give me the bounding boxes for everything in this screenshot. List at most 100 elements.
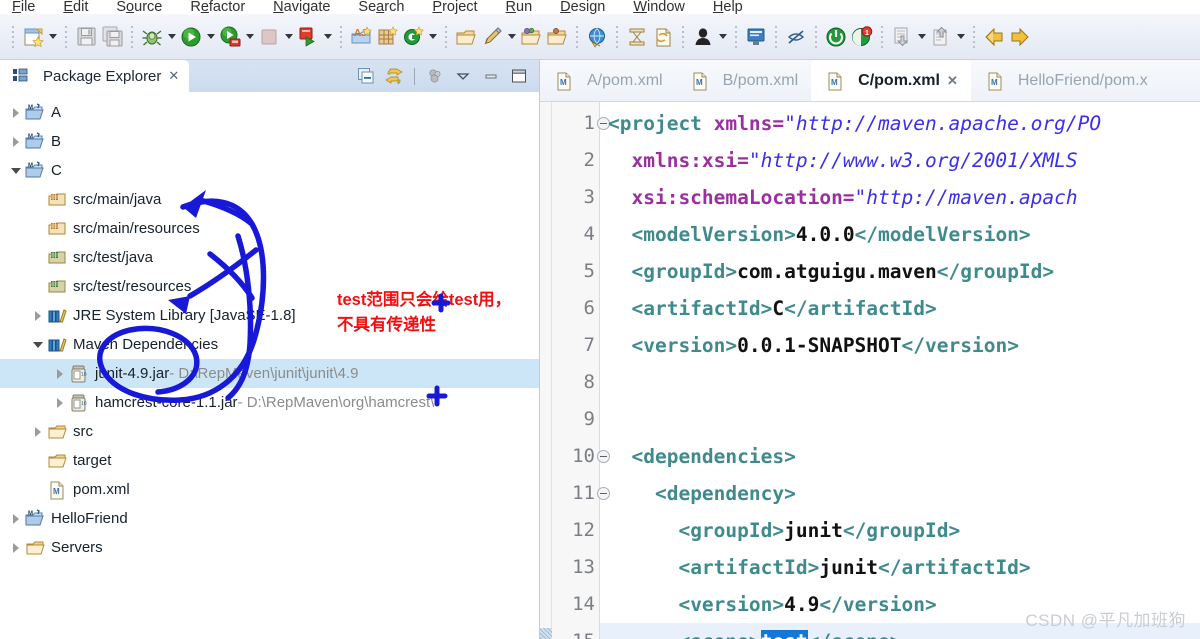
code-line[interactable]: <project xmlns="http://maven.apache.org/… <box>600 105 1200 142</box>
tree-item[interactable]: src/test/java <box>0 243 539 272</box>
expand-arrow-icon[interactable] <box>30 330 46 359</box>
code-line[interactable] <box>600 401 1200 438</box>
import-dropdown-caret[interactable] <box>915 24 928 50</box>
new-wizard-icon[interactable] <box>20 24 46 50</box>
code-line[interactable]: <artifactId>junit</artifactId> <box>600 549 1200 586</box>
user-dropdown-caret[interactable] <box>716 24 729 50</box>
new-java-type-icon[interactable] <box>374 24 400 50</box>
export-icon[interactable] <box>928 24 954 50</box>
code-line[interactable]: <dependency> <box>600 475 1200 512</box>
collapse-arrow-icon[interactable] <box>52 359 68 388</box>
menu-item-search[interactable]: Search <box>358 0 404 14</box>
menu-item-edit[interactable]: Edit <box>63 0 88 14</box>
tree-item[interactable]: Mpom.xml <box>0 475 539 504</box>
run-icon[interactable] <box>178 24 204 50</box>
code-line[interactable]: <version>4.9</version> <box>600 586 1200 623</box>
debug-icon[interactable] <box>139 24 165 50</box>
code-line[interactable]: <groupId>junit</groupId> <box>600 512 1200 549</box>
code-line[interactable]: <dependencies> <box>600 438 1200 475</box>
run-dropdown-caret[interactable] <box>204 24 217 50</box>
server-dropdown-caret[interactable] <box>321 24 334 50</box>
tree-item[interactable]: MA <box>0 98 539 127</box>
collapse-arrow-icon[interactable] <box>30 301 46 330</box>
power-icon[interactable] <box>823 24 849 50</box>
project-tree[interactable]: M A M B M Csrc/main/java src/main/resources src… <box>0 92 539 639</box>
focus-on-active-task-icon[interactable] <box>424 65 446 87</box>
new-dropdown-caret[interactable] <box>46 24 59 50</box>
coverage-dropdown-caret[interactable] <box>243 24 256 50</box>
back-icon[interactable] <box>981 24 1007 50</box>
collapse-arrow-icon[interactable] <box>52 388 68 417</box>
editor-marker-bar[interactable] <box>540 102 552 639</box>
export-dropdown-caret[interactable] <box>954 24 967 50</box>
tree-item[interactable]: 10 hamcrest-core-1.1.jar - D:\RepMaven\or… <box>0 388 539 417</box>
editor-tab[interactable]: M B/pom.xml <box>676 60 812 101</box>
collapse-arrow-icon[interactable] <box>8 504 24 533</box>
hide-icon[interactable] <box>783 24 809 50</box>
code-line[interactable]: <version>0.0.1-SNAPSHOT</version> <box>600 327 1200 364</box>
alert-icon[interactable]: 1 <box>849 24 875 50</box>
menu-item-file[interactable]: File <box>12 0 35 14</box>
web-browser-icon[interactable] <box>584 24 610 50</box>
code-line[interactable] <box>600 364 1200 401</box>
new-annotation-icon[interactable] <box>400 24 426 50</box>
console-icon[interactable] <box>743 24 769 50</box>
tree-item[interactable]: 10 junit-4.9.jar - D:\RepMaven\junit\juni… <box>0 359 539 388</box>
minimize-icon[interactable] <box>480 65 502 87</box>
tree-item[interactable]: M HelloFriend <box>0 504 539 533</box>
package-explorer-tab[interactable]: Package Explorer ✕ <box>0 60 190 92</box>
annotation-dropdown-caret[interactable] <box>426 24 439 50</box>
stop-dropdown-caret[interactable] <box>282 24 295 50</box>
print-layout-icon[interactable] <box>624 24 650 50</box>
run-server-icon[interactable] <box>295 24 321 50</box>
tree-item[interactable]: src <box>0 417 539 446</box>
expand-arrow-icon[interactable] <box>8 156 24 185</box>
collapse-arrow-icon[interactable] <box>8 98 24 127</box>
refresh-doc-icon[interactable] <box>650 24 676 50</box>
import-icon[interactable] <box>889 24 915 50</box>
open-resource-icon[interactable] <box>518 24 544 50</box>
forward-icon[interactable] <box>1007 24 1033 50</box>
code-text[interactable]: <project xmlns="http://maven.apache.org/… <box>600 102 1200 639</box>
menu-item-source[interactable]: Source <box>116 0 162 14</box>
tree-item[interactable]: MC <box>0 156 539 185</box>
close-icon[interactable]: ✕ <box>168 68 179 84</box>
code-line[interactable]: xsi:schemaLocation="http://maven.apach <box>600 179 1200 216</box>
collapse-arrow-icon[interactable] <box>8 533 24 562</box>
collapse-arrow-icon[interactable] <box>8 127 24 156</box>
code-line[interactable]: <modelVersion>4.0.0</modelVersion> <box>600 216 1200 253</box>
save-icon[interactable] <box>73 24 99 50</box>
tree-item[interactable]: Servers <box>0 533 539 562</box>
save-all-icon[interactable] <box>99 24 125 50</box>
tree-item[interactable]: Maven Dependencies <box>0 330 539 359</box>
editor-tab[interactable]: M HelloFriend/pom.x <box>971 60 1161 101</box>
open-folder-icon[interactable] <box>544 24 570 50</box>
edit-icon[interactable] <box>479 24 505 50</box>
tree-item[interactable]: src/main/java <box>0 185 539 214</box>
code-line[interactable]: xmlns:xsi="http://www.w3.org/2001/XMLS <box>600 142 1200 179</box>
debug-dropdown-caret[interactable] <box>165 24 178 50</box>
menu-item-design[interactable]: Design <box>560 0 605 14</box>
menu-item-navigate[interactable]: Navigate <box>273 0 330 14</box>
view-menu-icon[interactable] <box>452 65 474 87</box>
editor-tab[interactable]: M A/pom.xml <box>540 60 676 101</box>
edit-dropdown-caret[interactable] <box>505 24 518 50</box>
editor-tab[interactable]: M C/pom.xml ✕ <box>811 60 971 101</box>
menu-item-refactor[interactable]: Refactor <box>190 0 245 14</box>
menu-item-run[interactable]: Run <box>506 0 533 14</box>
code-line[interactable]: <scope>test</scope> <box>600 623 1200 639</box>
tree-item[interactable]: MB <box>0 127 539 156</box>
tree-item[interactable]: JRE System Library [JavaSE-1.8] <box>0 301 539 330</box>
menu-item-project[interactable]: Project <box>432 0 477 14</box>
run-coverage-icon[interactable] <box>217 24 243 50</box>
menu-item-help[interactable]: Help <box>713 0 743 14</box>
tree-item[interactable]: src/test/resources <box>0 272 539 301</box>
stop-icon[interactable] <box>256 24 282 50</box>
close-icon[interactable]: ✕ <box>947 73 958 89</box>
collapse-arrow-icon[interactable] <box>30 417 46 446</box>
collapse-all-icon[interactable] <box>355 65 377 87</box>
user-icon[interactable] <box>690 24 716 50</box>
maximize-icon[interactable] <box>508 65 530 87</box>
code-line[interactable]: <groupId>com.atguigu.maven</groupId> <box>600 253 1200 290</box>
code-line[interactable]: <artifactId>C</artifactId> <box>600 290 1200 327</box>
